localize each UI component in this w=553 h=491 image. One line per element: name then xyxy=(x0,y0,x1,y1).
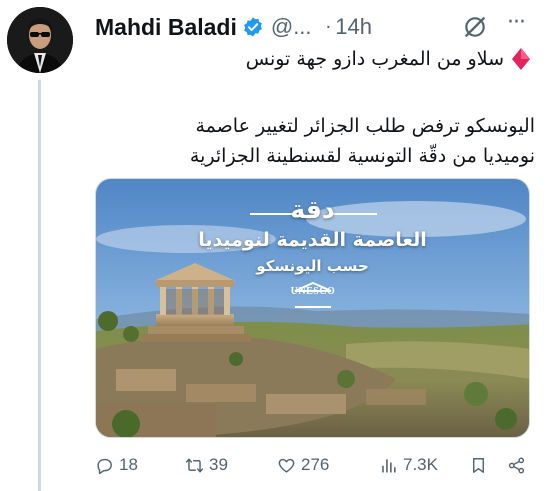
like-count: 276 xyxy=(301,455,330,474)
share-icon xyxy=(508,457,525,473)
more-options-icon[interactable]: ··· xyxy=(507,12,526,34)
timestamp[interactable]: 14h xyxy=(335,14,372,40)
author-handle[interactable]: @... xyxy=(271,14,312,40)
retweet-icon xyxy=(185,457,204,473)
grok-icon[interactable] xyxy=(462,14,488,40)
views-count: 7.3K xyxy=(403,455,438,474)
tweet-actions: 18 39 276 7.3K xyxy=(95,452,535,478)
like-button[interactable]: 276 xyxy=(277,455,329,475)
share-button[interactable] xyxy=(507,456,531,475)
retweet-count: 39 xyxy=(209,455,228,474)
thread-line xyxy=(38,80,41,491)
red-diamond-icon xyxy=(512,48,530,70)
bookmark-icon xyxy=(473,457,484,473)
separator-dot: · xyxy=(325,16,332,38)
heart-icon xyxy=(278,458,295,473)
tweet-text-line: اليونسكو ترفض طلب الجزائر لتغيير عاصمة xyxy=(195,115,536,137)
reply-count: 18 xyxy=(119,455,138,474)
tweet-intro-text: سلاو من المغرب دازو جهة تونس xyxy=(245,48,504,70)
media-title: دقة xyxy=(290,195,335,224)
reply-button[interactable]: 18 xyxy=(95,455,138,475)
tweet-text: اليونسكو ترفض طلب الجزائر لتغيير عاصمة ن… xyxy=(95,111,535,171)
tweet-first-line: سلاو من المغرب دازو جهة تونس xyxy=(246,47,531,71)
avatar[interactable] xyxy=(7,7,73,73)
retweet-button[interactable]: 39 xyxy=(185,455,228,475)
tweet-text-line: نوميديا من دقّة التونسية لقسنطينة الجزائ… xyxy=(189,145,535,167)
media-subtitle: العاصمة القديمة لنوميديا xyxy=(198,229,427,251)
reply-icon xyxy=(97,458,112,474)
unesco-logo-text: UNESCO xyxy=(290,286,336,297)
media-subtitle-2: حسب اليونسكو xyxy=(256,257,369,275)
author-name[interactable]: Mahdi Baladi xyxy=(95,14,237,41)
bookmark-button[interactable] xyxy=(469,456,493,475)
tweet-media-image[interactable]: دقة العاصمة القديمة لنوميديا حسب اليونسك… xyxy=(95,178,530,438)
views-button[interactable]: 7.3K xyxy=(379,455,438,475)
views-chart-icon xyxy=(382,458,396,473)
verified-badge-icon xyxy=(243,17,262,37)
tweet-header: Mahdi Baladi @... · 14h ··· xyxy=(95,12,543,42)
